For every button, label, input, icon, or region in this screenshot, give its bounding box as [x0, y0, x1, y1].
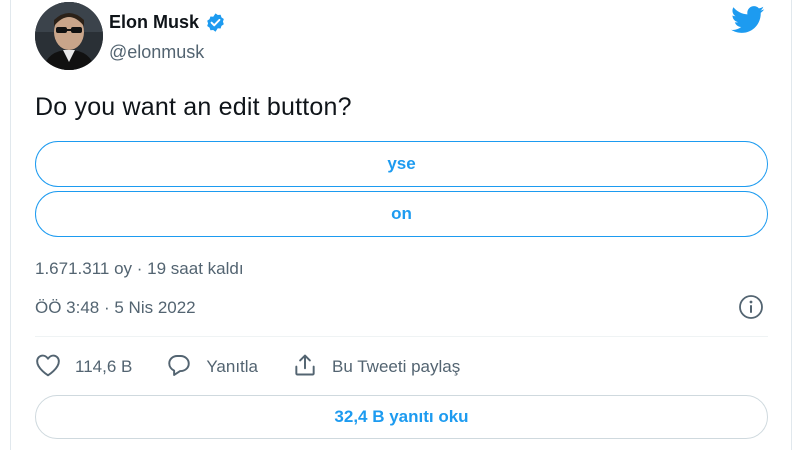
author-name-row: Elon Musk [109, 12, 226, 33]
read-replies-label: 32,4 B yanıtı oku [334, 407, 469, 426]
poll-option-label: yse [387, 154, 416, 173]
avatar[interactable] [35, 2, 103, 70]
poll-option-label: on [391, 204, 412, 223]
author-name[interactable]: Elon Musk [109, 12, 199, 33]
twitter-bird-icon[interactable] [731, 6, 765, 34]
comment-icon [166, 353, 206, 382]
like-button[interactable]: 114,6 B [35, 353, 132, 382]
share-button[interactable]: Bu Tweeti paylaş [292, 353, 460, 382]
read-replies-button[interactable]: 32,4 B yanıtı oku [35, 395, 768, 439]
share-label: Bu Tweeti paylaş [332, 357, 461, 376]
poll-option-2[interactable]: on [35, 191, 768, 237]
share-icon [292, 353, 332, 382]
divider [35, 336, 768, 337]
like-count: 114,6 B [75, 357, 133, 376]
reply-label: Yanıtla [206, 357, 259, 376]
heart-icon [35, 353, 75, 382]
tweet-timestamp[interactable]: ÖÖ 3:48 · 5 Nis 2022 [35, 298, 196, 318]
poll-meta: 1.671.311 oy · 19 saat kaldı [35, 259, 244, 278]
tweet-actions: 114,6 B Yanıtla Bu Tweeti paylaş [35, 352, 494, 382]
author-handle[interactable]: @elonmusk [109, 42, 204, 63]
reply-button[interactable]: Yanıtla [166, 353, 258, 382]
tweet-card: Elon Musk @elonmusk Do you want an edit … [10, 0, 792, 450]
tweet-text: Do you want an edit button? [35, 93, 352, 121]
verified-badge-icon [205, 12, 226, 33]
poll-option-1[interactable]: yse [35, 141, 768, 187]
info-icon[interactable] [738, 294, 764, 320]
